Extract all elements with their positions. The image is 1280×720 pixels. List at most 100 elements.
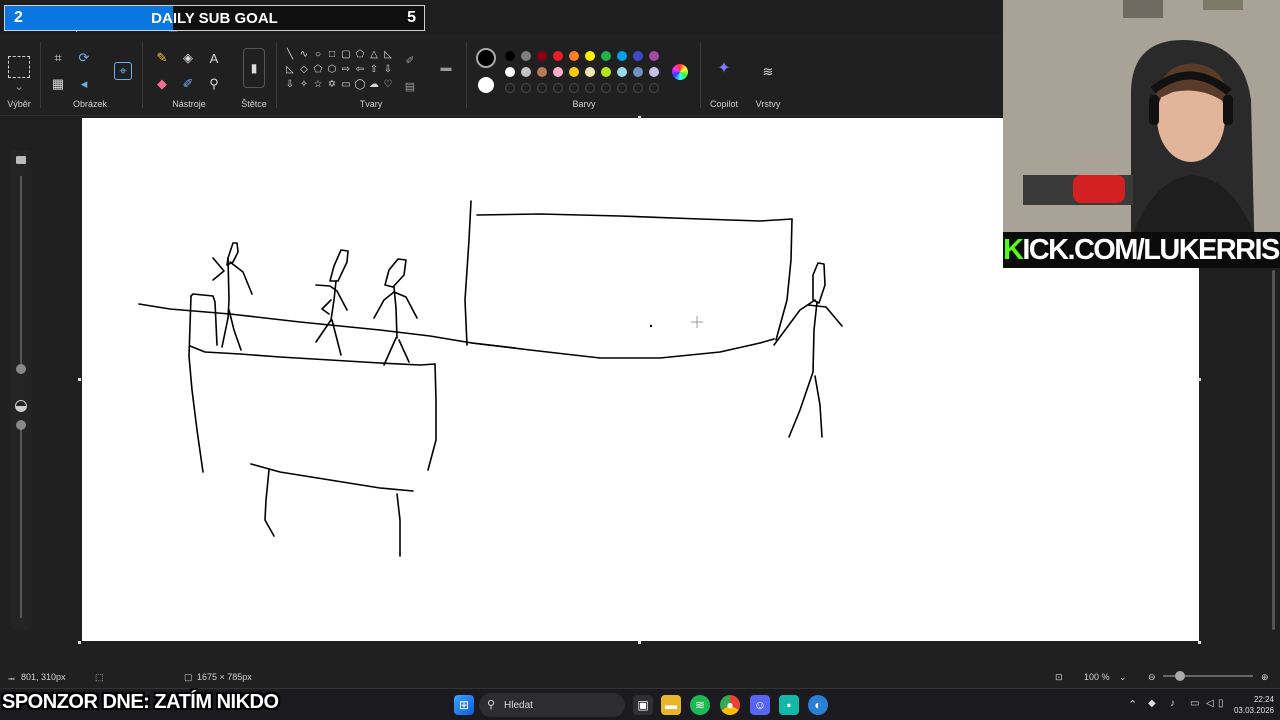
secondary-color[interactable] [478,77,494,93]
opacity-thumb[interactable] [16,420,26,430]
callout-oval-shape-icon[interactable]: ◯ [353,78,367,91]
color-swatch[interactable] [553,51,563,61]
custom-color-slot[interactable] [617,83,627,93]
resize-handle[interactable] [638,116,641,119]
polygon-shape-icon[interactable]: ⬠ [353,48,367,61]
color-swatch[interactable] [505,51,515,61]
fill-icon[interactable]: ◈ [178,48,198,68]
cloud-shape-icon[interactable]: ☁ [367,78,381,91]
resize-handle[interactable] [1198,641,1201,644]
color-swatch[interactable] [553,67,563,77]
oval-shape-icon[interactable]: ○ [311,48,325,61]
network-icon[interactable]: ▭ [1190,698,1199,709]
curve-shape-icon[interactable]: ∿ [297,48,311,61]
chevron-down-icon[interactable]: ⌄ [9,76,29,96]
right-triangle-shape-icon[interactable]: ◺ [283,63,297,76]
resize-handle[interactable] [78,641,81,644]
size-thumb[interactable] [16,364,26,374]
microphone-icon[interactable]: ♪ [1170,698,1175,709]
zoom-in-icon[interactable]: ⊕ [1261,672,1269,683]
color-swatch[interactable] [649,51,659,61]
brush-icon[interactable]: ▮ [243,48,265,88]
tray-app-icon[interactable]: ◆ [1148,698,1156,709]
arrow-down-shape-icon[interactable]: ⇩ [283,78,297,91]
callout-rect-shape-icon[interactable]: ▭ [339,78,353,91]
crop-icon[interactable]: ⌗ [48,48,68,68]
taskbar-search[interactable]: ⚲ Hledat [479,693,625,717]
zoom-out-icon[interactable]: ⊖ [1148,672,1156,683]
color-swatch[interactable] [601,51,611,61]
color-swatch[interactable] [601,67,611,77]
pentagon-shape-icon[interactable]: ⬠ [311,63,325,76]
file-explorer-icon[interactable]: ▬ [661,695,681,715]
outline-icon[interactable]: ✐ [400,50,420,70]
color-swatch[interactable] [617,51,627,61]
color-swatch[interactable] [521,67,531,77]
custom-color-slot[interactable] [505,83,515,93]
custom-color-slot[interactable] [649,83,659,93]
color-swatch[interactable] [537,67,547,77]
line-shape-icon[interactable]: ╲ [283,48,297,61]
layers-icon[interactable]: ≋ [758,62,778,82]
discord-icon[interactable]: ☺ [750,695,770,715]
custom-color-slot[interactable] [553,83,563,93]
vertical-scrollbar[interactable] [1272,270,1275,630]
resize-handle[interactable] [1198,378,1201,381]
right-triangle-shape-icon[interactable]: ◺ [381,48,395,61]
resize-handle[interactable] [78,378,81,381]
color-swatch[interactable] [585,51,595,61]
resize-handle[interactable] [638,641,641,644]
zoom-slider-thumb[interactable] [1175,671,1185,681]
spotify-icon[interactable]: ≋ [690,695,710,715]
clock[interactable]: 22:24 03.03.2026 [1234,694,1274,716]
copilot-icon[interactable]: ✦ [714,58,734,78]
chrome-icon[interactable]: ● [720,695,740,715]
app-icon[interactable]: ▪ [779,695,799,715]
color-swatch[interactable] [585,67,595,77]
rectangle-shape-icon[interactable]: □ [325,48,339,61]
arrow-up-shape-icon[interactable]: ⇧ [367,63,381,76]
rectangle-select-icon[interactable] [8,56,30,78]
custom-color-slot[interactable] [585,83,595,93]
chevron-up-icon[interactable]: ⌃ [1128,698,1137,711]
arrow-right-shape-icon[interactable]: ⇨ [339,63,353,76]
brush-size-slider[interactable] [11,150,31,630]
magnifier-icon[interactable]: ⚲ [204,74,224,94]
custom-color-slot[interactable] [601,83,611,93]
volume-icon[interactable]: ◁ [1206,698,1214,709]
chevron-down-icon[interactable]: ⌄ [1119,672,1127,683]
color-swatch[interactable] [569,67,579,77]
arrow-down-shape-icon[interactable]: ⇩ [381,63,395,76]
color-swatch[interactable] [505,67,515,77]
shape-size-icon[interactable]: ▬ [436,58,456,78]
arrow-left-shape-icon[interactable]: ⇦ [353,63,367,76]
edit-colors-icon[interactable] [672,64,688,80]
color-picker-icon[interactable]: ✐ [178,74,198,94]
custom-color-slot[interactable] [521,83,531,93]
pencil-icon[interactable]: ✎ [152,48,172,68]
custom-color-slot[interactable] [537,83,547,93]
star5-shape-icon[interactable]: ☆ [311,78,325,91]
resize-icon[interactable]: ▦ [48,74,68,94]
color-swatch[interactable] [633,51,643,61]
flip-icon[interactable]: ◂ [74,74,94,94]
battery-icon[interactable]: ▯ [1218,698,1224,709]
custom-color-slot[interactable] [569,83,579,93]
primary-color[interactable] [476,48,496,68]
rotate-icon[interactable]: ⟳ [74,48,94,68]
text-icon[interactable]: A [204,48,224,68]
zoom-level[interactable]: 100 % [1084,672,1110,682]
triangle-shape-icon[interactable]: △ [367,48,381,61]
fill-style-icon[interactable]: ▤ [400,76,420,96]
heart-shape-icon[interactable]: ♡ [381,78,395,91]
color-swatch[interactable] [569,51,579,61]
diamond-shape-icon[interactable]: ◇ [297,63,311,76]
eraser-icon[interactable]: ◆ [152,74,172,94]
task-view-icon[interactable]: ▣ [633,695,653,715]
rounded-rectangle-shape-icon[interactable]: ▢ [339,48,353,61]
star6-shape-icon[interactable]: ✡ [325,78,339,91]
hexagon-shape-icon[interactable]: ⬡ [325,63,339,76]
color-swatch[interactable] [521,51,531,61]
color-swatch[interactable] [649,67,659,77]
star4-shape-icon[interactable]: ✧ [297,78,311,91]
